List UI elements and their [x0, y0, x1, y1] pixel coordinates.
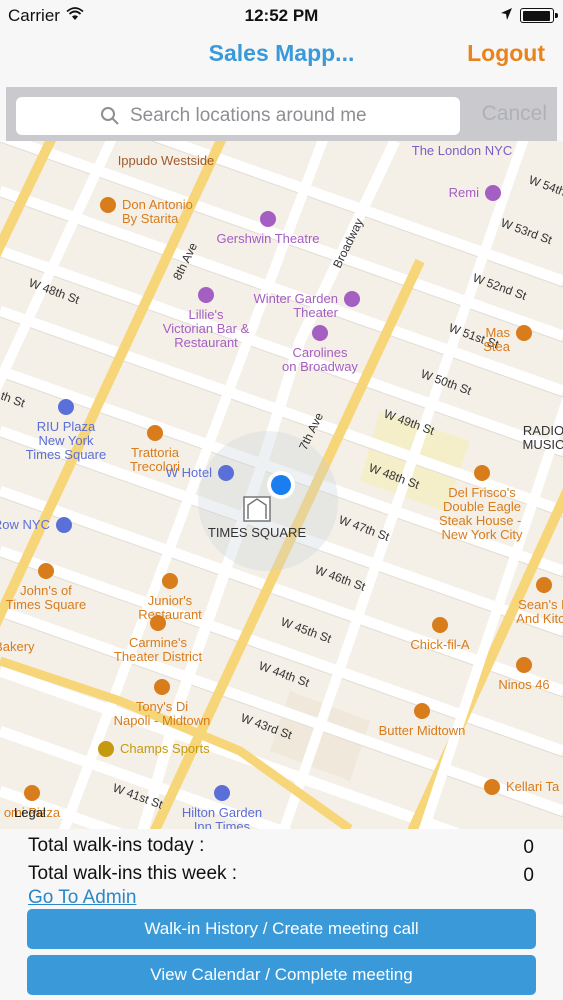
- search-icon: [100, 106, 120, 131]
- nav-bar: Sales Mapp... Logout: [0, 30, 563, 86]
- poi-icon: [147, 425, 163, 441]
- poi-label: Del Frisco's Double Eagle Steak House - Ne…: [439, 485, 525, 542]
- poi-label: Kellari Ta: [506, 779, 560, 794]
- walkins-today-value: 0: [523, 837, 534, 858]
- poi-label: Chick-fil-A: [410, 637, 470, 652]
- go-to-admin-link[interactable]: Go To Admin: [28, 887, 136, 909]
- poi-label: Hilton Garden Inn Times: [182, 805, 262, 829]
- poi-icon: [218, 465, 234, 481]
- walkins-today-label: Total walk-ins today :: [28, 835, 205, 856]
- poi-marker[interactable]: Remi: [449, 185, 501, 201]
- poi-icon: [516, 657, 532, 673]
- poi-icon: [484, 779, 500, 795]
- walkins-week-label: Total walk-ins this week :: [28, 863, 238, 884]
- search-field[interactable]: [16, 97, 460, 135]
- search-bar: Cancel: [6, 87, 557, 141]
- poi-icon: [260, 211, 276, 227]
- poi-marker[interactable]: W Hotel: [166, 465, 234, 481]
- poi-label: Gershwin Theatre: [216, 231, 319, 246]
- poi-icon: [312, 325, 328, 341]
- walkins-week-row: Total walk-ins this week : 0: [28, 863, 538, 886]
- screen: Carrier 12:52 PM Sales Mapp... Logout Ca…: [0, 0, 563, 1000]
- poi-icon: [414, 703, 430, 719]
- poi-label: The London NYC: [412, 143, 512, 158]
- location-arrow-icon: [500, 6, 513, 26]
- user-location-icon[interactable]: [271, 475, 291, 495]
- poi-marker[interactable]: RADIO CMUSIC H: [523, 423, 563, 452]
- poi-label: Mas Stea: [483, 325, 511, 354]
- poi-icon: [150, 615, 166, 631]
- status-time: 12:52 PM: [244, 6, 319, 25]
- poi-icon: [485, 185, 501, 201]
- poi-icon: [344, 291, 360, 307]
- view-calendar-button[interactable]: View Calendar / Complete meeting: [27, 955, 536, 995]
- poi-label: Champs Sports: [120, 741, 210, 756]
- map-canvas: W 54th W 53rd St W 52nd St W 51st St W 5…: [0, 141, 563, 829]
- walkins-week-value: 0: [523, 865, 534, 886]
- times-square-landmark-icon: [243, 496, 271, 522]
- poi-icon: [516, 325, 532, 341]
- poi-label: RADIO CMUSIC H: [523, 423, 563, 452]
- poi-marker[interactable]: Row NYC: [0, 517, 72, 533]
- search-input[interactable]: [130, 97, 450, 135]
- poi-label: Row NYC: [0, 517, 50, 532]
- poi-marker[interactable]: Kellari Ta: [484, 779, 560, 795]
- poi-icon: [58, 399, 74, 415]
- poi-icon: [162, 573, 178, 589]
- poi-marker[interactable]: Ippudo Westside: [118, 153, 215, 168]
- poi-label: 's Bakery: [0, 639, 35, 654]
- poi-label: Ninos 46: [498, 677, 549, 692]
- poi-icon: [98, 741, 114, 757]
- poi-icon: [432, 617, 448, 633]
- walkins-today-row: Total walk-ins today : 0: [28, 835, 538, 858]
- bottom-panel: Total walk-ins today : 0 Total walk-ins …: [0, 829, 563, 1000]
- poi-label: Butter Midtown: [379, 723, 466, 738]
- poi-label: Remi: [449, 185, 479, 200]
- cancel-button[interactable]: Cancel: [482, 102, 547, 126]
- poi-marker[interactable]: TIMES SQUARE: [208, 525, 307, 540]
- poi-label: Sean's BAnd Kitch: [516, 597, 563, 626]
- poi-icon: [474, 465, 490, 481]
- poi-icon: [100, 197, 116, 213]
- poi-icon: [24, 785, 40, 801]
- poi-label: Ippudo Westside: [118, 153, 215, 168]
- poi-marker[interactable]: The London NYC: [412, 143, 512, 158]
- poi-icon: [56, 517, 72, 533]
- battery-fill: [522, 10, 551, 21]
- poi-label: Carolines on Broadway: [282, 345, 358, 374]
- walkin-history-button[interactable]: Walk-in History / Create meeting call: [27, 909, 536, 949]
- legal-link[interactable]: Legal: [14, 805, 46, 820]
- map-view[interactable]: W 54th W 53rd St W 52nd St W 51st St W 5…: [0, 141, 563, 829]
- logout-button[interactable]: Logout: [467, 40, 545, 67]
- battery-icon: [520, 8, 558, 23]
- poi-icon: [214, 785, 230, 801]
- poi-icon: [198, 287, 214, 303]
- poi-icon: [38, 563, 54, 579]
- poi-label: TIMES SQUARE: [208, 525, 307, 540]
- poi-label: W Hotel: [166, 465, 212, 480]
- poi-icon: [536, 577, 552, 593]
- status-bar: Carrier 12:52 PM: [0, 0, 563, 30]
- poi-marker[interactable]: 's Bakery: [0, 639, 35, 654]
- poi-icon: [154, 679, 170, 695]
